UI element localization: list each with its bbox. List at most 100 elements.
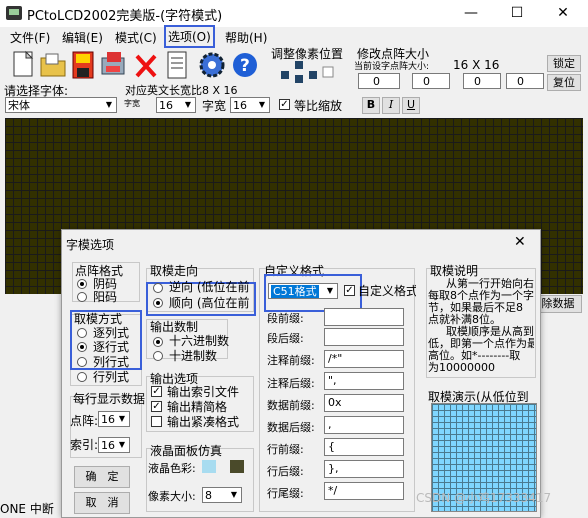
segment-prefix-input[interactable] <box>324 308 404 326</box>
radio-negative[interactable] <box>77 279 87 289</box>
spin-height-bottom[interactable]: 0 <box>506 73 544 89</box>
radio-row-column[interactable] <box>77 372 87 382</box>
watermark: CSDN @小鸡17333417 <box>416 491 552 505</box>
new-file-icon[interactable] <box>8 48 38 82</box>
app-icon <box>6 6 22 20</box>
radio-decimal-label: 十进制数 <box>169 349 218 363</box>
ok-button[interactable]: 确 定 <box>74 466 130 488</box>
format-select[interactable]: C51格式 ▼ <box>268 283 338 299</box>
row-label-4: 数据前缀: <box>267 399 315 412</box>
document-icon[interactable] <box>162 48 192 82</box>
spin-height-top[interactable]: 0 <box>463 73 501 89</box>
desc-text: 从第一行开始向右 每取8个点作为一个字 节，如果最后不足8 点就补满8位。 取模… <box>428 278 534 374</box>
radio-row-column-label: 行列式 <box>93 370 130 384</box>
row-label-3: 注释后缀: <box>267 377 315 390</box>
font-options-dialog: 字模选项 ✕ 点阵格式 阴码 阳码 取模方式 逐列式 逐行式 列行式 行列式 每… <box>61 229 541 518</box>
help-icon[interactable]: ? <box>230 48 260 82</box>
chevron-down-icon: ▼ <box>105 100 113 109</box>
adjust-pixel-title: 调整像素位置 <box>271 47 344 61</box>
menu-mode[interactable]: 模式(C) <box>115 29 157 46</box>
pixel-shift-buttons[interactable] <box>277 61 337 85</box>
dot-size-subtitle: 当前设字点阵大小: <box>354 62 430 72</box>
radio-forward-label: 顺向 (高位在前 <box>169 296 250 310</box>
font-select[interactable]: 宋体 ▼ <box>5 97 117 113</box>
svg-text:?: ? <box>240 56 250 76</box>
radio-reverse-label: 逆向 (低位在前 <box>169 280 250 294</box>
modulo-dir-title: 取模走向 <box>150 264 199 278</box>
save-as-icon[interactable] <box>98 48 128 82</box>
chevron-down-icon: ▼ <box>230 490 238 499</box>
radio-by-row[interactable] <box>77 342 87 352</box>
lcd-color-bg-swatch[interactable] <box>202 460 216 473</box>
spin-width-right[interactable]: 0 <box>412 73 450 89</box>
segment-suffix-input[interactable] <box>324 328 404 346</box>
dialog-title: 字模选项 <box>66 238 115 252</box>
char-width-select[interactable]: 16 ▼ <box>156 97 196 113</box>
menu-file[interactable]: 文件(F) <box>10 29 50 46</box>
equal-scale-label: 等比缩放 <box>294 99 343 113</box>
clear-data-button[interactable]: 除数据 <box>534 295 582 313</box>
row-label-7: 行后缀: <box>267 465 304 478</box>
pixel-size-select[interactable]: 8 ▼ <box>202 487 242 503</box>
radio-forward[interactable] <box>153 298 163 308</box>
radio-reverse[interactable] <box>153 283 163 293</box>
maximize-button[interactable]: ☐ <box>507 4 527 22</box>
spin-width-left[interactable]: 0 <box>358 73 400 89</box>
data-prefix-input[interactable]: 0x <box>324 394 404 412</box>
check-compact[interactable]: ✓ <box>151 401 162 412</box>
lcd-color-fg-swatch[interactable] <box>230 460 244 473</box>
radio-positive[interactable] <box>77 292 87 302</box>
radio-decimal[interactable] <box>153 351 163 361</box>
title-bar: PCtoLCD2002完美版-(字符模式) — ☐ ✕ <box>0 0 588 27</box>
check-tight[interactable] <box>151 416 162 427</box>
minimize-button[interactable]: — <box>461 4 481 22</box>
aspect-ratio-label: 对应英文长宽比8 X 16 <box>125 84 238 97</box>
custom-format-checkbox[interactable]: ✓ <box>344 285 355 296</box>
row-label-0: 段前缀: <box>267 312 304 325</box>
row-label-2: 注释前缀: <box>267 354 315 367</box>
italic-button[interactable]: I <box>382 97 400 114</box>
row-label-6: 行前缀: <box>267 443 304 456</box>
desc-title: 取模说明 <box>430 264 479 278</box>
check-tight-label: 输出紧凑格式 <box>167 415 240 429</box>
line-prefix-input[interactable]: { <box>324 438 404 456</box>
equal-scale-checkbox[interactable]: ✓ <box>279 99 290 110</box>
row-label-8: 行尾缀: <box>267 487 304 500</box>
row-label-1: 段后缀: <box>267 332 304 345</box>
bottom-text: ONE 中断 <box>0 502 54 516</box>
menu-help[interactable]: 帮助(H) <box>225 29 267 46</box>
menu-edit[interactable]: 编辑(E) <box>62 29 103 46</box>
char-width-mini-label: 字宽 <box>124 99 140 108</box>
radio-column-row[interactable] <box>77 357 87 367</box>
reset-button[interactable]: 复位 <box>547 74 581 91</box>
radio-hex[interactable] <box>153 337 163 347</box>
comment-suffix-input[interactable]: ", <box>324 372 404 390</box>
lock-button[interactable]: 锁定 <box>547 55 581 72</box>
radio-positive-label: 阳码 <box>93 290 118 304</box>
close-button[interactable]: ✕ <box>553 4 573 22</box>
index-select[interactable]: 16 ▼ <box>98 437 130 453</box>
check-index-file[interactable]: ✓ <box>151 386 162 397</box>
line-end-input[interactable]: */ <box>324 482 404 500</box>
char-height-select[interactable]: 16 ▼ <box>230 97 270 113</box>
line-suffix-input[interactable]: }, <box>324 460 404 478</box>
delete-icon[interactable] <box>131 48 161 82</box>
menu-options[interactable]: 选项(O) <box>164 25 215 48</box>
data-suffix-input[interactable]: , <box>324 416 404 434</box>
radio-by-column[interactable] <box>77 328 87 338</box>
dots-label: 点阵: <box>70 414 99 428</box>
dialog-close-button[interactable]: ✕ <box>514 234 526 250</box>
comment-prefix-input[interactable]: /*" <box>324 350 404 368</box>
save-icon[interactable] <box>68 48 98 82</box>
underline-button[interactable]: U <box>402 97 420 114</box>
open-folder-icon[interactable] <box>38 48 68 82</box>
row-label-5: 数据后缀: <box>267 421 315 434</box>
gear-icon[interactable] <box>197 48 227 82</box>
index-label: 索引: <box>70 438 99 452</box>
cancel-button[interactable]: 取 消 <box>74 492 130 514</box>
lcd-title: 液晶面板仿真 <box>150 444 223 458</box>
dots-select[interactable]: 16 ▼ <box>98 411 130 427</box>
bold-button[interactable]: B <box>362 97 380 114</box>
window-title: PCtoLCD2002完美版-(字符模式) <box>27 9 223 24</box>
chevron-down-icon: ▼ <box>118 440 126 449</box>
